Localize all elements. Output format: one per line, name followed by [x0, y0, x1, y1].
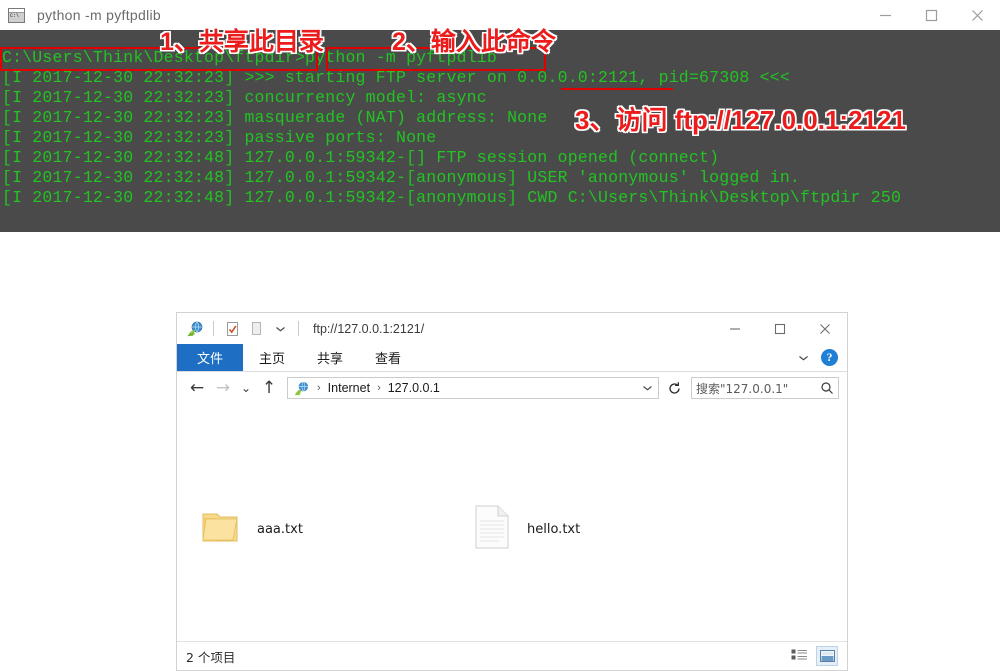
- folder-icon: [199, 506, 241, 553]
- address-dropdown-chevron-down-icon[interactable]: [638, 384, 656, 392]
- breadcrumb-item-host[interactable]: 127.0.0.1: [386, 381, 442, 395]
- text-document-icon: [473, 504, 511, 555]
- new-folder-icon[interactable]: [246, 319, 266, 339]
- tab-home[interactable]: 主页: [243, 344, 301, 371]
- list-item[interactable]: aaa.txt: [199, 499, 303, 559]
- annotation-underline-bind-address: [561, 88, 673, 90]
- cmd-window-controls: [862, 0, 1000, 30]
- explorer-window-title: ftp://127.0.0.1:2121/: [313, 321, 425, 336]
- breadcrumb-item-internet[interactable]: Internet: [326, 381, 372, 395]
- expand-ribbon-chevron-down-icon[interactable]: [793, 348, 813, 368]
- tab-share[interactable]: 共享: [301, 344, 359, 371]
- explorer-window-controls: [712, 313, 847, 344]
- breadcrumb-separator-2: ›: [377, 382, 381, 394]
- annotation-step-1: 1、共享此目录: [160, 28, 324, 56]
- annotation-step-3: 3、访问 ftp://127.0.0.1:2121: [575, 105, 906, 135]
- search-icon[interactable]: [820, 381, 834, 395]
- back-arrow-icon[interactable]: ←: [185, 376, 209, 400]
- console-line: [I 2017-12-30 22:32:48] 127.0.0.1:59342-…: [2, 148, 720, 167]
- view-mode-buttons: [788, 646, 838, 666]
- breadcrumb-separator: ›: [317, 382, 321, 394]
- quick-access-toolbar: [185, 319, 303, 339]
- explorer-close-button[interactable]: [802, 313, 847, 344]
- address-bar[interactable]: › Internet › 127.0.0.1: [287, 377, 659, 399]
- address-bar-site-icon: [292, 378, 312, 398]
- console-line: [I 2017-12-30 22:32:48] 127.0.0.1:59342-…: [2, 188, 902, 207]
- help-button[interactable]: ?: [821, 349, 838, 366]
- console-line: [I 2017-12-30 22:32:23] >>> starting FTP…: [2, 68, 790, 87]
- explorer-status-bar: 2 个项目: [177, 641, 847, 670]
- customize-qat-dropdown-icon[interactable]: [270, 319, 290, 339]
- search-input[interactable]: 搜索"127.0.0.1": [691, 377, 839, 399]
- list-item-label: hello.txt: [527, 521, 581, 537]
- cmd-window: python -m pyftpdlib C:\Users\Think\Deskt…: [0, 0, 1000, 232]
- annotation-step-2: 2、输入此命令: [392, 28, 556, 56]
- explorer-ribbon-tabs: 文件 主页 共享 查看 ?: [177, 344, 847, 372]
- properties-icon[interactable]: [222, 319, 242, 339]
- forward-arrow-icon[interactable]: →: [211, 376, 235, 400]
- cmd-close-button[interactable]: [954, 0, 1000, 30]
- internet-globe-icon[interactable]: [185, 319, 205, 339]
- cmd-window-title: python -m pyftpdlib: [37, 7, 161, 23]
- cmd-console-icon: [8, 7, 25, 23]
- details-view-button[interactable]: [788, 646, 810, 666]
- list-item[interactable]: hello.txt: [473, 499, 580, 559]
- tab-view[interactable]: 查看: [359, 344, 417, 371]
- up-arrow-icon[interactable]: ↑: [257, 376, 281, 400]
- list-item-label: aaa.txt: [257, 521, 303, 537]
- cmd-maximize-button[interactable]: [908, 0, 954, 30]
- explorer-maximize-button[interactable]: [757, 313, 802, 344]
- qat-separator-2: [298, 321, 299, 336]
- large-icons-view-button[interactable]: [816, 646, 838, 666]
- file-explorer-window: ftp://127.0.0.1:2121/ 文件 主页 共享 查看 ? ← →: [176, 312, 848, 671]
- file-list-area[interactable]: aaa.txt hello.txt: [177, 404, 847, 641]
- explorer-titlebar[interactable]: ftp://127.0.0.1:2121/: [177, 313, 847, 344]
- search-input-value: 搜索"127.0.0.1": [696, 381, 789, 396]
- qat-separator: [213, 321, 214, 336]
- console-line: [I 2017-12-30 22:32:48] 127.0.0.1:59342-…: [2, 168, 801, 187]
- explorer-navigation-bar: ← → ⌄ ↑ › Internet › 127.0.0.1 搜索"127.0.…: [177, 372, 847, 404]
- explorer-minimize-button[interactable]: [712, 313, 757, 344]
- refresh-icon[interactable]: [663, 377, 685, 399]
- tab-file[interactable]: 文件: [177, 344, 244, 371]
- recent-locations-icon[interactable]: ⌄: [237, 376, 255, 400]
- ribbon-right-controls: ?: [793, 344, 847, 371]
- cmd-minimize-button[interactable]: [862, 0, 908, 30]
- status-item-count: 2 个项目: [186, 649, 236, 665]
